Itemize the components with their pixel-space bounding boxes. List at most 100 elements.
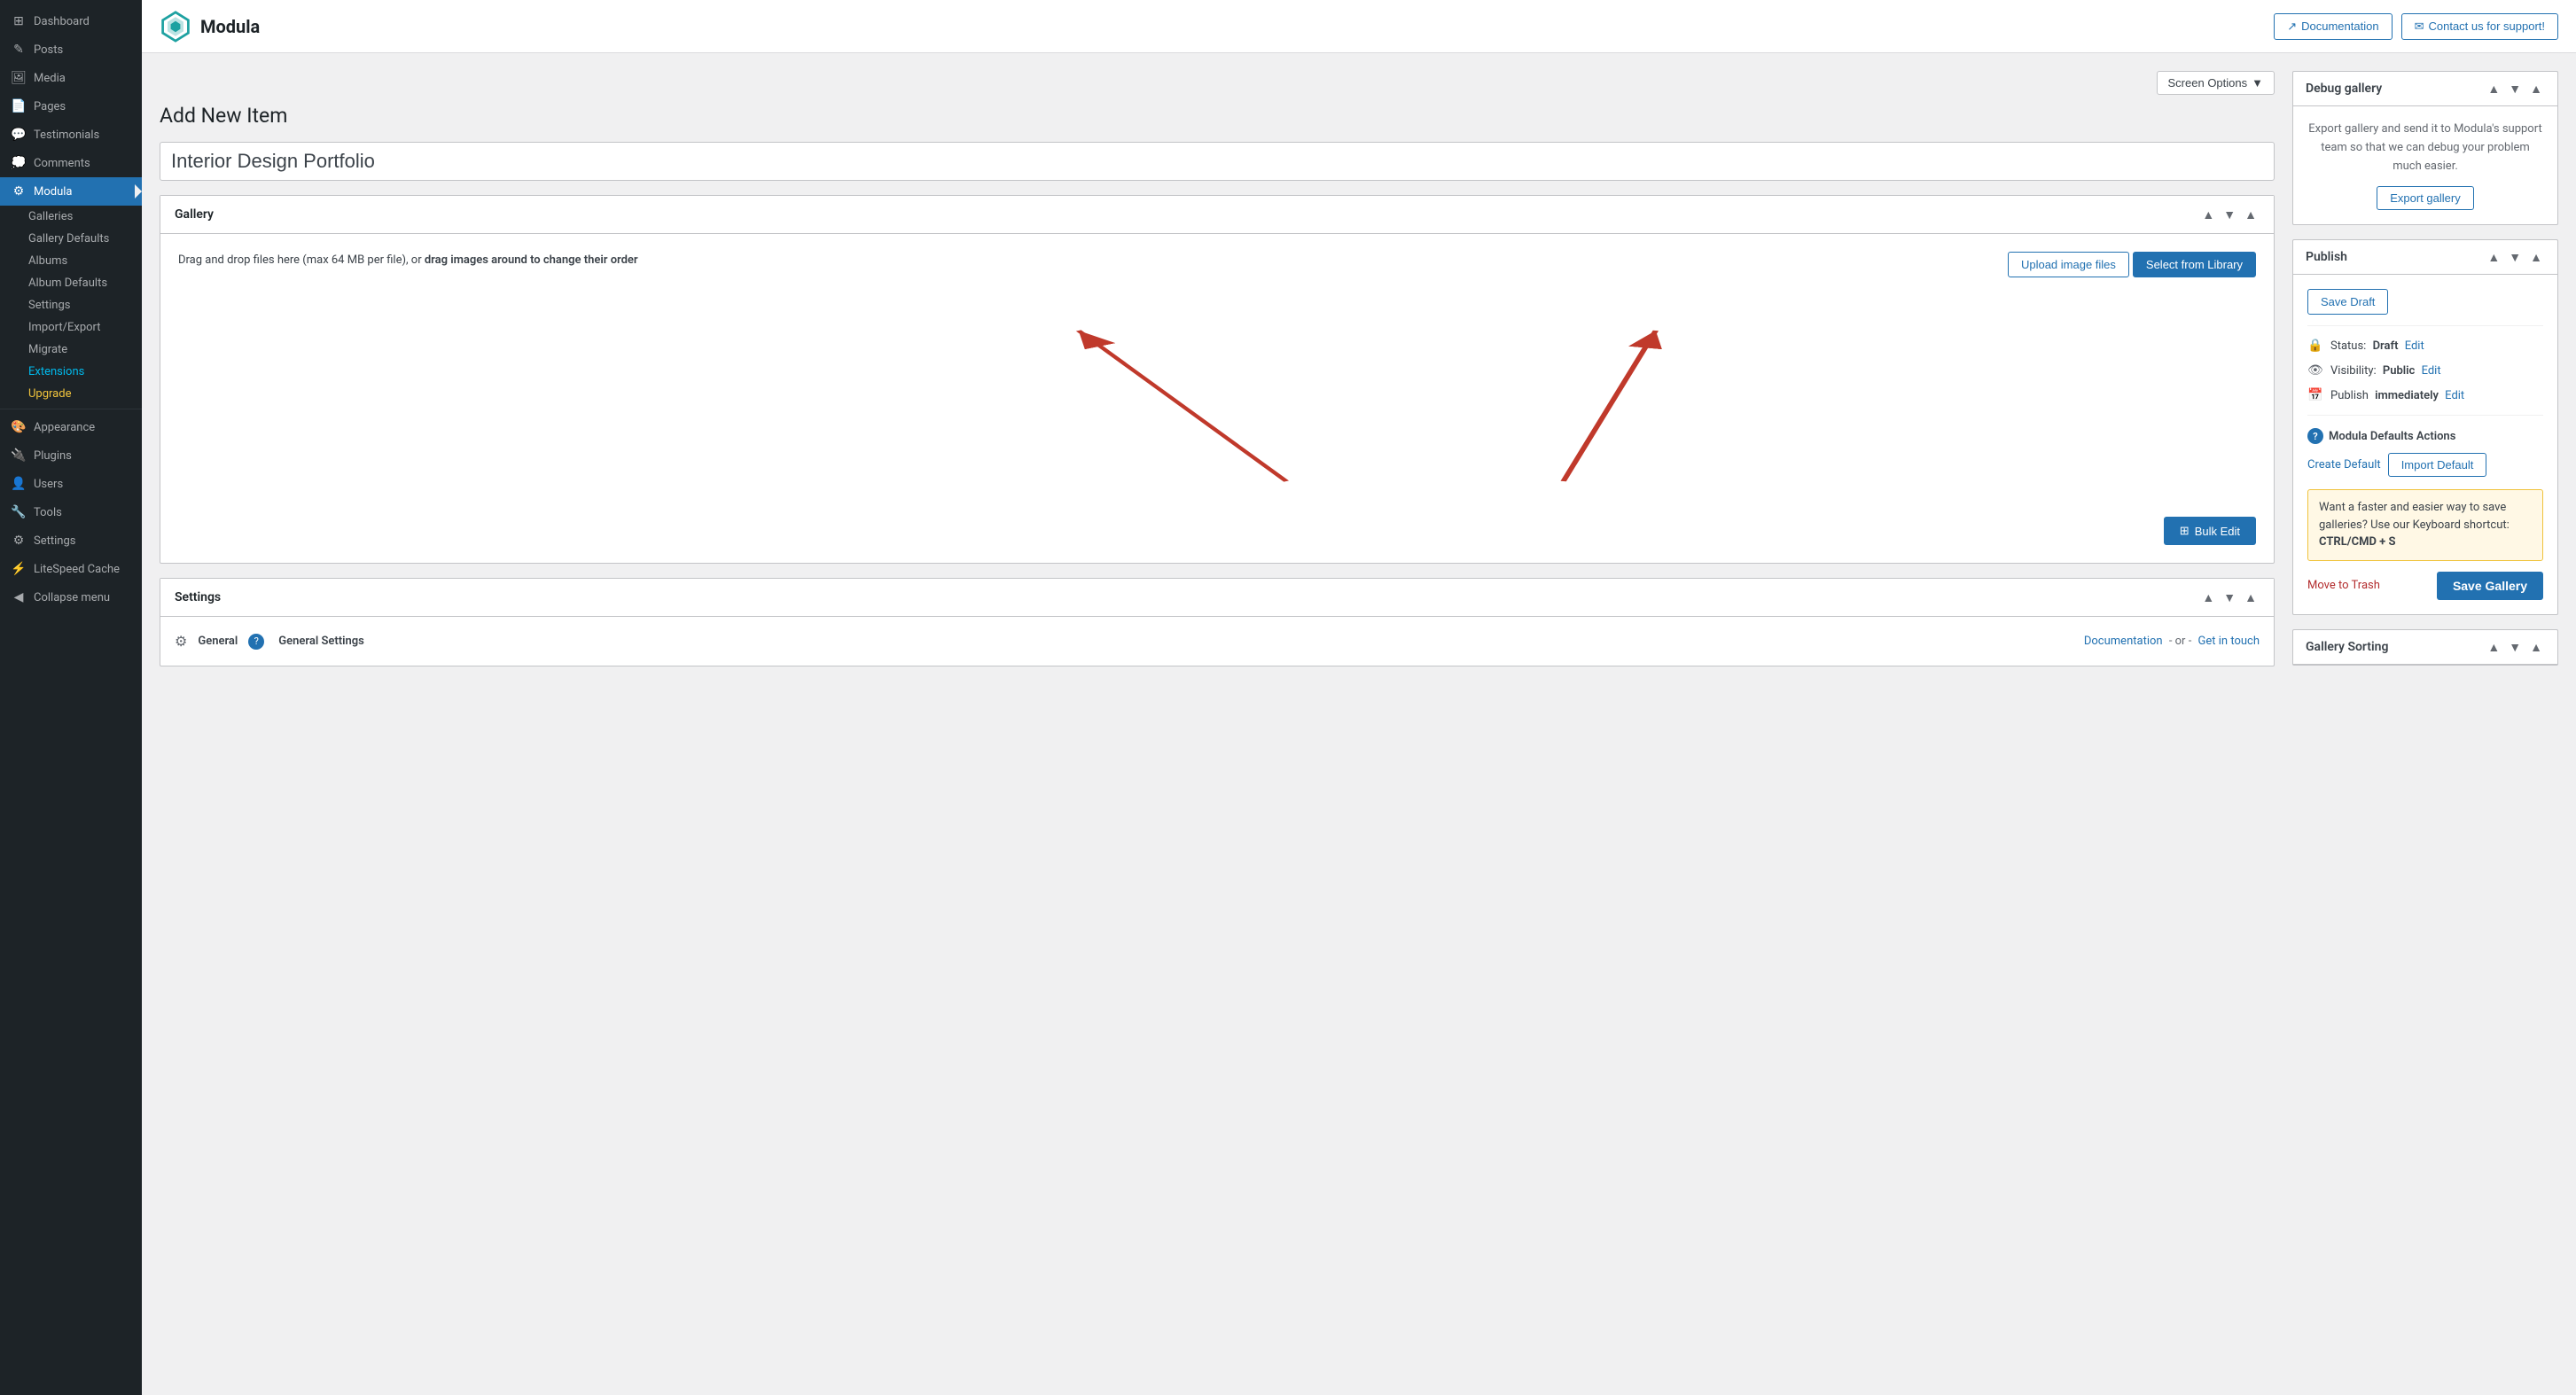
status-edit-link[interactable]: Edit — [2405, 339, 2424, 353]
pages-icon: 📄 — [11, 99, 27, 113]
debug-up-btn[interactable]: ▲ — [2485, 81, 2502, 97]
bulk-edit-button[interactable]: ⊞ Bulk Edit — [2164, 517, 2256, 545]
sidebar-item-extensions[interactable]: Extensions — [11, 361, 142, 383]
publish-note: Want a faster and easier way to save gal… — [2307, 489, 2543, 561]
sidebar-item-testimonials[interactable]: 💬 Testimonials — [0, 121, 142, 149]
gallery-panel-up-btn[interactable]: ▲ — [2199, 207, 2217, 222]
save-gallery-button[interactable]: Save Gallery — [2437, 572, 2543, 600]
publish-label: Publish immediately Edit — [2330, 389, 2464, 402]
sidebar-item-settings-bottom[interactable]: ⚙ Settings — [0, 526, 142, 555]
sidebar-item-migrate[interactable]: Migrate — [11, 339, 142, 361]
screen-options-button[interactable]: Screen Options ▼ — [2157, 71, 2275, 95]
gallery-panel-header: Gallery ▲ ▼ ▲ — [160, 196, 2274, 234]
status-row: 🔒 Status: Draft Edit — [2307, 333, 2543, 358]
gallery-panel-down-btn[interactable]: ▼ — [2221, 207, 2238, 222]
export-gallery-button[interactable]: Export gallery — [2377, 186, 2473, 210]
status-label: Status: Draft Edit — [2330, 339, 2424, 353]
publish-row: 📅 Publish immediately Edit — [2307, 383, 2543, 408]
sidebar-item-users[interactable]: 👤 Users — [0, 470, 142, 498]
sidebar-item-galleries[interactable]: Galleries — [11, 206, 142, 228]
save-draft-button[interactable]: Save Draft — [2307, 289, 2388, 315]
sidebar-item-album-defaults[interactable]: Album Defaults — [11, 272, 142, 294]
content-wrapper: Screen Options ▼ Add New Item Gallery ▲ … — [142, 53, 2576, 1395]
sorting-collapse-btn[interactable]: ▲ — [2527, 639, 2545, 655]
gallery-dropzone: Drag and drop files here (max 64 MB per … — [160, 234, 2274, 563]
status-icon: 🔒 — [2307, 339, 2323, 353]
plugins-icon: 🔌 — [11, 448, 27, 463]
defaults-help-icon[interactable]: ? — [2307, 428, 2323, 444]
sidebar-item-modula[interactable]: ⚙ Modula — [0, 177, 142, 206]
media-icon: 🖼 — [11, 71, 27, 85]
settings-general-row: ⚙ General ? General Settings Documentati… — [175, 624, 2260, 659]
sidebar-item-settings[interactable]: Settings — [11, 294, 142, 316]
settings-panel-controls: ▲ ▼ ▲ — [2199, 589, 2260, 605]
screen-options-bar: Screen Options ▼ — [160, 71, 2275, 95]
sidebar-item-upgrade[interactable]: Upgrade — [11, 383, 142, 405]
settings-documentation-link[interactable]: Documentation — [2084, 635, 2163, 648]
gallery-sorting-panel: Gallery Sorting ▲ ▼ ▲ — [2292, 629, 2558, 666]
right-sidebar: Debug gallery ▲ ▼ ▲ Export gallery and s… — [2292, 71, 2558, 1377]
visibility-edit-link[interactable]: Edit — [2422, 364, 2441, 378]
sidebar-item-comments[interactable]: 💭 Comments — [0, 149, 142, 177]
settings-help-icon[interactable]: ? — [248, 634, 264, 650]
gallery-panel: Gallery ▲ ▼ ▲ Drag and drop files here (… — [160, 195, 2275, 564]
defaults-label: Modula Defaults Actions — [2329, 430, 2455, 443]
sidebar-item-pages[interactable]: 📄 Pages — [0, 92, 142, 121]
sorting-up-btn[interactable]: ▲ — [2485, 639, 2502, 655]
bulk-edit-row: ⊞ Bulk Edit — [178, 508, 2256, 545]
gallery-panel-collapse-btn[interactable]: ▲ — [2242, 207, 2260, 222]
gallery-name-input[interactable] — [160, 142, 2275, 181]
sidebar-item-dashboard[interactable]: ⊞ Dashboard — [0, 7, 142, 35]
sidebar-item-plugins[interactable]: 🔌 Plugins — [0, 441, 142, 470]
debug-panel-title: Debug gallery — [2306, 82, 2382, 96]
upload-image-files-button[interactable]: Upload image files — [2008, 252, 2129, 277]
modula-submenu: Galleries Gallery Defaults Albums Album … — [0, 206, 142, 405]
settings-contact-link[interactable]: Get in touch — [2198, 635, 2260, 648]
sidebar-item-appearance[interactable]: 🎨 Appearance — [0, 413, 142, 441]
dropzone-top: Drag and drop files here (max 64 MB per … — [178, 252, 2256, 277]
gallery-sorting-header: Gallery Sorting ▲ ▼ ▲ — [2293, 630, 2557, 665]
external-link-icon: ↗ — [2287, 19, 2297, 34]
sidebar: ⊞ Dashboard ✎ Posts 🖼 Media 📄 Pages 💬 Te… — [0, 0, 142, 1395]
publish-down-btn[interactable]: ▼ — [2506, 249, 2524, 265]
sidebar-item-gallery-defaults[interactable]: Gallery Defaults — [11, 228, 142, 250]
settings-panel-down-btn[interactable]: ▼ — [2221, 589, 2238, 605]
users-icon: 👤 — [11, 477, 27, 491]
dashboard-icon: ⊞ — [11, 14, 27, 28]
debug-down-btn[interactable]: ▼ — [2506, 81, 2524, 97]
publish-edit-link[interactable]: Edit — [2445, 389, 2464, 402]
publish-up-btn[interactable]: ▲ — [2485, 249, 2502, 265]
debug-collapse-btn[interactable]: ▲ — [2527, 81, 2545, 97]
content-main: Screen Options ▼ Add New Item Gallery ▲ … — [160, 71, 2275, 1377]
sidebar-item-media[interactable]: 🖼 Media — [0, 64, 142, 92]
settings-panel-body: ⚙ General ? General Settings Documentati… — [160, 617, 2274, 666]
publish-collapse-btn[interactable]: ▲ — [2527, 249, 2545, 265]
support-button[interactable]: ✉ Contact us for support! — [2401, 13, 2558, 40]
move-to-trash-link[interactable]: Move to Trash — [2307, 579, 2380, 592]
gallery-sorting-title: Gallery Sorting — [2306, 640, 2388, 654]
gallery-sorting-controls: ▲ ▼ ▲ — [2485, 639, 2545, 655]
debug-panel-body: Export gallery and send it to Modula's s… — [2293, 106, 2557, 224]
sidebar-item-litespeed[interactable]: ⚡ LiteSpeed Cache — [0, 555, 142, 583]
modula-icon: ⚙ — [11, 184, 27, 199]
collapse-icon: ◀ — [11, 590, 27, 604]
documentation-button[interactable]: ↗ Documentation — [2274, 13, 2392, 40]
defaults-header: ? Modula Defaults Actions — [2307, 423, 2543, 449]
create-default-link[interactable]: Create Default — [2307, 458, 2381, 471]
topbar: Modula ↗ Documentation ✉ Contact us for … — [142, 0, 2576, 53]
settings-panel-collapse-btn[interactable]: ▲ — [2242, 589, 2260, 605]
sidebar-item-import-export[interactable]: Import/Export — [11, 316, 142, 339]
import-default-button[interactable]: Import Default — [2388, 453, 2487, 477]
settings-panel-header: Settings ▲ ▼ ▲ — [160, 579, 2274, 617]
dropzone-buttons: Upload image files Select from Library — [2008, 252, 2256, 277]
sidebar-item-tools[interactable]: 🔧 Tools — [0, 498, 142, 526]
dropzone-instructions: Drag and drop files here (max 64 MB per … — [178, 252, 638, 269]
sidebar-item-posts[interactable]: ✎ Posts — [0, 35, 142, 64]
settings-panel-up-btn[interactable]: ▲ — [2199, 589, 2217, 605]
select-from-library-button[interactable]: Select from Library — [2133, 252, 2256, 277]
sorting-down-btn[interactable]: ▼ — [2506, 639, 2524, 655]
sidebar-item-albums[interactable]: Albums — [11, 250, 142, 272]
main-content: Modula ↗ Documentation ✉ Contact us for … — [142, 0, 2576, 1395]
sidebar-item-collapse[interactable]: ◀ Collapse menu — [0, 583, 142, 612]
publish-panel-body: Save Draft 🔒 Status: Draft Edit 👁 — [2293, 275, 2557, 614]
